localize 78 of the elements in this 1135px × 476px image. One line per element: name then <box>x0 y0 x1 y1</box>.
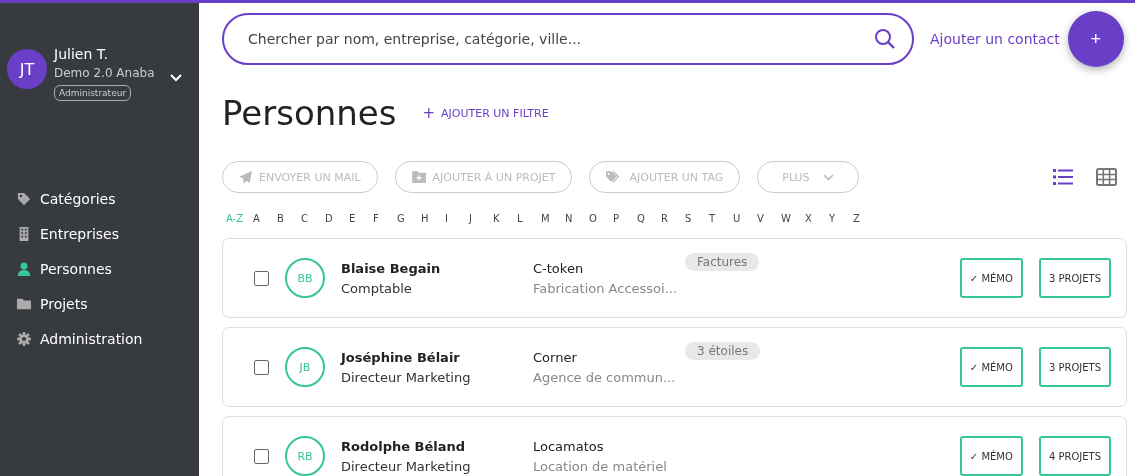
building-icon <box>17 227 31 241</box>
job-title: Directeur Marketing <box>341 369 472 385</box>
organization-name: Demo 2.0 Anaba <box>54 66 155 80</box>
row-checkbox[interactable] <box>254 448 269 464</box>
folder-plus-icon <box>411 171 426 183</box>
contact-avatar: JB <box>285 347 325 387</box>
sidebar-item[interactable]: Catégories <box>17 191 199 207</box>
sidebar-item[interactable]: Projets <box>17 296 199 312</box>
letter-filter[interactable]: Q <box>637 213 661 224</box>
add-contact-button[interactable]: + <box>1067 11 1124 67</box>
letter-filter[interactable]: K <box>493 213 517 224</box>
row-checkbox[interactable] <box>254 270 269 286</box>
contact-avatar: BB <box>285 258 325 298</box>
letter-filter[interactable]: R <box>661 213 685 224</box>
letter-filter[interactable]: B <box>277 213 301 224</box>
role-badge: Administrateur <box>54 85 132 101</box>
contact-name[interactable]: Rodolphe Béland <box>341 438 533 454</box>
page-title: Personnes <box>222 93 397 133</box>
grid-view-icon[interactable] <box>1096 168 1117 186</box>
add-contact-link[interactable]: Ajouter un contact <box>930 31 1060 47</box>
add-filter-button[interactable]: + AJOUTER UN FILTRE <box>416 103 555 123</box>
letter-filter[interactable]: N <box>565 213 589 224</box>
projects-button[interactable]: 3 PROJETS <box>1038 258 1111 298</box>
letter-filter[interactable]: M <box>541 213 565 224</box>
tag-badge: 3 étoiles <box>685 342 761 360</box>
company-activity: Fabrication Accessoi... <box>533 280 679 296</box>
letter-filter[interactable]: J <box>469 213 493 224</box>
list-view-icon[interactable] <box>1053 169 1073 185</box>
row-checkbox[interactable] <box>254 359 269 375</box>
letter-filter[interactable]: L <box>517 213 541 224</box>
tag-badge: Factures <box>685 253 760 271</box>
letter-filter[interactable]: G <box>397 213 421 224</box>
contact-avatar: RB <box>285 436 325 476</box>
job-title: Directeur Marketing <box>341 458 472 474</box>
person-icon <box>17 262 31 276</box>
company-name[interactable]: C-token <box>533 260 685 276</box>
user-name: Julien T. <box>54 46 109 62</box>
gear-icon <box>17 332 31 346</box>
memo-button[interactable]: ✓ MÉMO <box>959 347 1023 387</box>
letter-filter[interactable]: D <box>325 213 349 224</box>
folder-icon <box>17 297 31 311</box>
sidebar-item[interactable]: Personnes <box>17 261 199 277</box>
letter-filter[interactable]: Y <box>829 213 853 224</box>
letter-filter[interactable]: I <box>445 213 469 224</box>
company-name[interactable]: Locamatos <box>533 438 685 454</box>
letter-filter[interactable]: A <box>253 213 277 224</box>
contact-name[interactable]: Blaise Begain <box>341 260 533 276</box>
sidebar-item[interactable]: Administration <box>17 331 199 347</box>
letter-filter[interactable]: S <box>685 213 709 224</box>
letter-filter[interactable]: C <box>301 213 325 224</box>
contact-name[interactable]: Joséphine Bélair <box>341 349 533 365</box>
chevron-down-icon[interactable] <box>169 74 182 82</box>
paper-plane-icon <box>239 170 252 184</box>
memo-button[interactable]: ✓ MÉMO <box>959 436 1023 476</box>
letter-filter[interactable]: F <box>373 213 397 224</box>
projects-button[interactable]: 3 PROJETS <box>1038 347 1111 387</box>
company-activity: Agence de commun... <box>533 369 677 385</box>
letter-filter[interactable]: W <box>781 213 805 224</box>
search-field[interactable]: Chercher par nom, entreprise, catégorie, ville... <box>222 13 914 65</box>
projects-button[interactable]: 4 PROJETS <box>1038 436 1111 476</box>
company-activity: Location de matériel <box>533 458 668 474</box>
user-avatar: JT <box>7 49 47 89</box>
company-name[interactable]: Corner <box>533 349 685 365</box>
memo-button[interactable]: ✓ MÉMO <box>959 258 1023 298</box>
chevron-down-icon <box>822 173 834 181</box>
letter-filter[interactable]: U <box>733 213 757 224</box>
letter-filter[interactable]: Z <box>853 213 877 224</box>
job-title: Comptable <box>341 280 413 296</box>
letter-filter[interactable]: P <box>613 213 637 224</box>
letter-filter[interactable]: V <box>757 213 781 224</box>
search-icon[interactable] <box>874 28 896 50</box>
sidebar-item[interactable]: Entreprises <box>17 226 199 242</box>
letter-filter[interactable]: E <box>349 213 373 224</box>
letter-filter[interactable]: H <box>421 213 445 224</box>
tag-icon <box>17 192 31 206</box>
letter-filter[interactable]: X <box>805 213 829 224</box>
letter-filter[interactable]: O <box>589 213 613 224</box>
letter-filter[interactable]: T <box>709 213 733 224</box>
